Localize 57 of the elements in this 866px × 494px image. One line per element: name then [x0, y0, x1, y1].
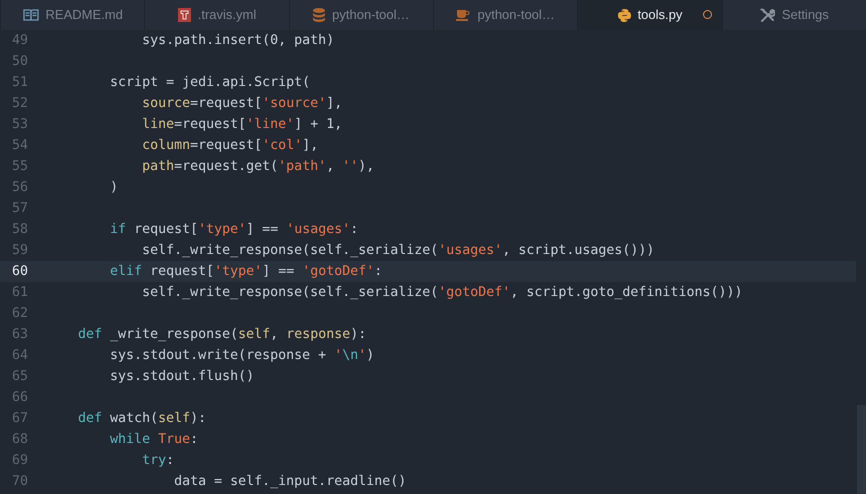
code-line: data = self._input.readline() [173, 472, 406, 491]
line-number: 62 [10, 304, 28, 323]
line-number: 51 [10, 74, 28, 92]
code-line: elif request['type'] == 'gotoDef': [109, 262, 382, 281]
code-line: def watch(self): [77, 410, 206, 428]
line-number: 63 [10, 326, 28, 344]
line-number: 58 [10, 220, 28, 239]
code-line: source=request['source'], [141, 94, 342, 113]
tab-label: Settings [782, 6, 829, 24]
line-number: 69 [10, 452, 28, 470]
line-number: 66 [10, 388, 28, 407]
code-line: path=request.get('path', ''), [141, 158, 374, 176]
code-line: while True: [109, 430, 198, 449]
line-number: 70 [10, 472, 28, 491]
tab-label: python-tool… [477, 6, 555, 24]
file-tab[interactable]: tools.py [577, 0, 722, 30]
file-tab[interactable]: python-tool… [288, 0, 433, 30]
line-number: 50 [10, 52, 28, 71]
book-icon [22, 9, 39, 21]
letter-t-icon [178, 8, 191, 22]
code-line: sys.stdout.write(response + '\n') [109, 346, 374, 365]
code-line: column=request['col'], [141, 136, 318, 155]
tab-label: README.md [46, 6, 123, 24]
python-icon [618, 8, 631, 22]
line-number: 67 [10, 410, 28, 428]
file-tab[interactable]: README.md [0, 0, 144, 30]
line-number: 65 [10, 368, 28, 386]
code-line: def _write_response(self, response): [77, 326, 366, 344]
code-line: ) [109, 178, 118, 197]
line-number: 49 [10, 32, 28, 50]
line-number: 64 [10, 346, 28, 365]
code-line: line=request['line'] + 1, [141, 116, 342, 134]
code-line: self._write_response(self._serialize('usages', script.usages())) [141, 242, 654, 260]
code-line: sys.stdout.flush() [109, 368, 254, 386]
line-number: 59 [10, 242, 28, 260]
tab-label: python-tool… [332, 6, 410, 24]
tools-icon [760, 8, 775, 22]
line-number: 68 [10, 430, 28, 449]
tab-label: tools.py [638, 6, 682, 24]
line-number: 55 [10, 158, 28, 176]
line-number: 61 [10, 284, 28, 302]
line-number: 53 [10, 116, 28, 134]
line-number: 56 [10, 178, 28, 197]
line-number: 60 [10, 262, 28, 281]
line-number: 52 [10, 94, 28, 113]
tab-label: .travis.yml [198, 6, 256, 24]
code-line: script = jedi.api.Script( [109, 74, 310, 92]
code-line: if request['type'] == 'usages': [109, 220, 358, 239]
file-tab[interactable]: .travis.yml [144, 0, 289, 30]
code-line: self._write_response(self._serialize('gotoDef', script.goto_definitions())) [141, 284, 742, 302]
database-icon [313, 8, 326, 22]
line-number: 57 [10, 200, 28, 218]
file-tab[interactable]: Settings [722, 0, 866, 30]
code-line: sys.path.insert(0, path) [141, 32, 334, 50]
code-line: try: [141, 452, 174, 470]
line-number: 54 [10, 136, 28, 155]
coffee-cup-icon [456, 9, 470, 21]
